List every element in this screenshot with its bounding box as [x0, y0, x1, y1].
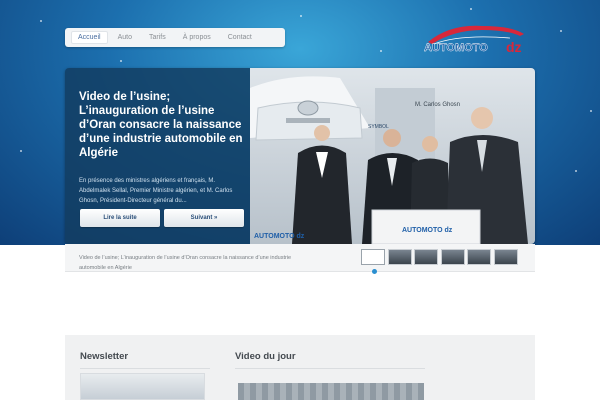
star: [560, 30, 562, 32]
slide-text-panel: Video de l’usine; L’inauguration de l’us…: [65, 68, 250, 244]
nav-item-tarifs[interactable]: Tarifs: [142, 31, 173, 44]
nav-item-accueil[interactable]: Accueil: [71, 31, 108, 44]
next-slide-button[interactable]: Suivant »: [164, 209, 244, 227]
slider-caption-bar: Video de l’usine; L’inauguration de l’us…: [65, 244, 535, 274]
star: [590, 110, 592, 112]
bottom-widgets: Newsletter Video du jour: [65, 335, 535, 400]
slider-thumbnail[interactable]: [361, 249, 385, 265]
newsletter-divider: [80, 368, 210, 369]
slider-thumbnail[interactable]: [440, 249, 465, 265]
photo-brand-text: SYMBOL: [368, 124, 389, 130]
star: [380, 50, 382, 52]
star: [120, 60, 122, 62]
automotodz-logo[interactable]: AUTOMOTO dz: [420, 20, 528, 56]
newsletter-image[interactable]: [80, 373, 205, 400]
slider-thumbnail[interactable]: [493, 249, 518, 265]
slider-thumbnail[interactable]: [414, 249, 438, 265]
active-thumbnail-indicator: [372, 269, 377, 274]
video-of-day-heading: Video du jour: [235, 351, 296, 362]
star: [300, 15, 302, 17]
nav-item-a-propos[interactable]: À propos: [176, 31, 218, 44]
star: [575, 170, 577, 172]
star: [470, 8, 472, 10]
slider-thumbnail[interactable]: [467, 249, 491, 265]
newsletter-heading: Newsletter: [80, 351, 129, 362]
nav-item-contact[interactable]: Contact: [221, 31, 259, 44]
video-divider: [235, 368, 425, 369]
photo-watermark-logo: AUTOMOTO dz: [254, 233, 305, 240]
slide-excerpt: En présence des ministres algériens et f…: [79, 178, 233, 204]
logo-text-accent: dz: [506, 39, 522, 55]
slider-thumbnail[interactable]: [387, 249, 412, 265]
main-nav: Accueil Auto Tarifs À propos Contact: [65, 28, 285, 47]
slide-photo: M. Carlos Ghosn SYMBOL AUTOMOTO dz AUTOM…: [250, 68, 535, 244]
video-of-day-thumbnail[interactable]: [238, 383, 424, 400]
star: [20, 150, 22, 152]
slide-caption: Video de l’usine; L’inauguration de l’us…: [79, 255, 292, 271]
logo-text: AUTOMOTO: [424, 42, 488, 54]
read-more-button[interactable]: Lire la suite: [80, 209, 160, 227]
photo-sign-text: M. Carlos Ghosn: [415, 102, 460, 108]
slider-thumbnails: [361, 249, 520, 265]
photo-podium-logo: AUTOMOTO dz: [402, 227, 453, 234]
featured-slider: M. Carlos Ghosn SYMBOL AUTOMOTO dz AUTOM…: [65, 68, 535, 244]
star: [40, 20, 42, 22]
nav-item-auto[interactable]: Auto: [111, 31, 139, 44]
slide-title[interactable]: Video de l’usine; L’inauguration de l’us…: [79, 90, 247, 160]
